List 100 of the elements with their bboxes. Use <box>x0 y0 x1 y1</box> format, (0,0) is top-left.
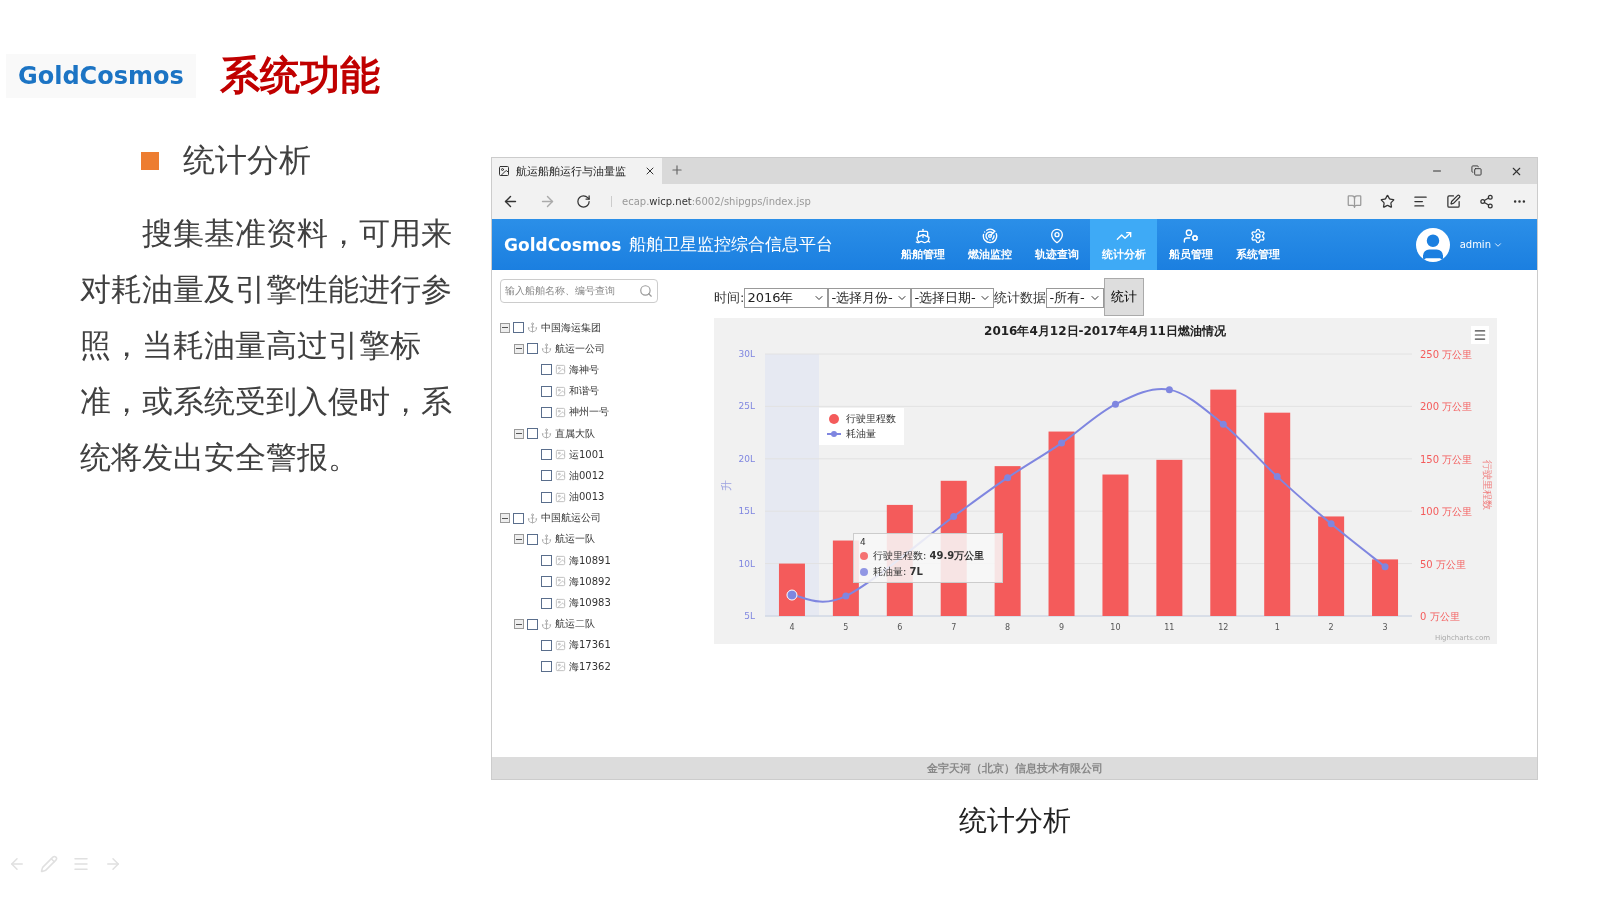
app-logo: GoldCosmos <box>504 234 622 255</box>
slide-title: 系统功能 <box>219 51 380 100</box>
data-point <box>1219 420 1227 428</box>
book-icon[interactable] <box>1347 194 1362 209</box>
filter-label: 统计数据 <box>994 289 1047 307</box>
tree-item[interactable]: 神州一号 <box>569 405 609 420</box>
dropdown[interactable]: -所有- <box>1046 288 1105 308</box>
collapse-toggle[interactable] <box>514 534 524 545</box>
nav-tab[interactable]: 燃油监控 <box>956 219 1024 270</box>
dropdown[interactable]: 2016年 <box>744 288 829 308</box>
dropdown[interactable]: -选择日期- <box>911 288 995 308</box>
axis-tick-label: 150 万公里 <box>1420 453 1473 465</box>
tree-checkbox[interactable] <box>541 491 552 503</box>
chart-bar <box>1372 559 1399 616</box>
axis-tick-label: 0 万公里 <box>1420 611 1460 622</box>
filter-label: 时间: <box>714 289 745 307</box>
nav-tab[interactable]: 系统管理 <box>1224 219 1292 270</box>
collapse-toggle[interactable] <box>500 322 510 333</box>
legend-label[interactable]: 行驶里程数 <box>846 412 896 426</box>
tree-checkbox[interactable] <box>541 364 552 376</box>
tree-checkbox[interactable] <box>527 343 538 355</box>
anchor-icon <box>541 533 552 545</box>
tree-checkbox[interactable] <box>527 428 538 440</box>
axis-tick-label: 7 <box>951 623 957 632</box>
axis-tick-label: 25L <box>738 401 755 412</box>
restore-icon[interactable] <box>1471 164 1482 178</box>
address-field[interactable]: ecap.wicp.net:6002/shipgps/index.jsp <box>611 196 811 207</box>
tree-checkbox[interactable] <box>541 470 552 482</box>
axis-tick-label: 15L <box>738 506 755 517</box>
axis-tick-label: 6 <box>897 623 903 632</box>
tree-item[interactable]: 航运一队 <box>555 532 595 547</box>
data-point <box>1004 474 1012 482</box>
axis-tick-label: 10 <box>1110 623 1121 632</box>
tree-checkbox[interactable] <box>541 385 552 397</box>
user-gear-icon <box>1182 227 1199 244</box>
tree-checkbox[interactable] <box>513 322 524 334</box>
data-point <box>842 592 850 600</box>
tree-checkbox[interactable] <box>541 639 552 651</box>
back-icon[interactable] <box>502 193 519 210</box>
collapse-toggle[interactable] <box>514 428 524 439</box>
search-field[interactable]: 输入船舶名称、编号查询 <box>500 279 658 303</box>
statistics-button[interactable]: 统计 <box>1104 278 1145 316</box>
avatar-icon[interactable] <box>1415 227 1450 262</box>
tree-checkbox[interactable] <box>541 449 552 461</box>
tree-checkbox[interactable] <box>541 555 552 567</box>
tree-item[interactable]: 油0013 <box>569 490 605 505</box>
nav-tab[interactable]: 轨迹查询 <box>1023 219 1091 270</box>
tree-item[interactable]: 中国航运公司 <box>541 511 601 526</box>
tab-title: 航运船舶运行与油量监 <box>516 163 627 179</box>
tree-item[interactable]: 海10891 <box>569 553 611 568</box>
anchor-icon <box>541 618 552 630</box>
tree-item[interactable]: 海神号 <box>569 362 599 377</box>
collapse-toggle[interactable] <box>514 343 524 354</box>
tree-item[interactable]: 油0012 <box>569 468 605 483</box>
lines-icon[interactable] <box>1413 194 1428 209</box>
tree-item[interactable]: 和谐号 <box>569 384 599 399</box>
dropdown[interactable]: -选择月份- <box>828 288 912 308</box>
anchor-icon <box>527 322 538 334</box>
axis-tick-label: 10L <box>738 558 755 569</box>
user-menu[interactable]: admin <box>1459 239 1503 250</box>
axis-tick-label: 1 <box>1274 623 1280 632</box>
tree-item[interactable]: 直属大队 <box>555 426 595 441</box>
tree-item[interactable]: 海17361 <box>569 638 611 653</box>
tree-checkbox[interactable] <box>513 512 524 524</box>
data-point <box>950 512 958 520</box>
tree-item[interactable]: 航运一公司 <box>555 341 605 356</box>
collapse-toggle[interactable] <box>500 513 510 524</box>
star-icon[interactable] <box>1380 194 1395 209</box>
axis-tick-label: 12 <box>1218 623 1229 632</box>
tree-checkbox[interactable] <box>541 406 552 418</box>
description-paragraph: 搜集基准资料，可用来对耗油量及引擎性能进行参照，当耗油量高过引擎标准，或系统受到入侵时，系统将发出安全警报。 <box>80 214 453 477</box>
axis-tick-label: 4 <box>789 623 795 632</box>
map-pin-icon <box>1048 227 1065 244</box>
tree-item[interactable]: 中国海运集团 <box>541 320 601 335</box>
data-point <box>1165 386 1173 394</box>
close-icon[interactable] <box>644 165 656 177</box>
axis-tick-label: 5 <box>843 623 849 632</box>
nav-tab[interactable]: 船员管理 <box>1157 219 1225 270</box>
tree-item[interactable]: 海10983 <box>569 596 611 611</box>
axis-title: 行驶里程数 <box>1482 460 1493 510</box>
tree-item[interactable]: 海17362 <box>569 659 611 674</box>
collapse-toggle[interactable] <box>514 619 524 630</box>
share-icon[interactable] <box>1479 194 1494 209</box>
tree-checkbox[interactable] <box>541 576 552 588</box>
tree-checkbox[interactable] <box>527 618 538 630</box>
tree-item[interactable]: 运1001 <box>569 447 605 462</box>
nav-tab[interactable]: 船舶管理 <box>889 219 957 270</box>
legend-label[interactable]: 耗油量 <box>846 427 876 441</box>
tree-checkbox[interactable] <box>541 661 552 673</box>
tree-checkbox[interactable] <box>541 597 552 609</box>
tree-item[interactable]: 海10892 <box>569 574 611 589</box>
bullet-heading: 统计分析 <box>183 140 311 181</box>
browser-tab[interactable]: 航运船舶运行与油量监 <box>492 158 662 184</box>
refresh-icon[interactable] <box>576 194 591 209</box>
menu-icon[interactable] <box>1471 326 1489 344</box>
anchor-icon <box>541 343 552 355</box>
tree-item[interactable]: 航运二队 <box>555 617 595 632</box>
tree-checkbox[interactable] <box>527 533 538 545</box>
axis-title: 升 <box>720 479 733 491</box>
pen-square-icon[interactable] <box>1446 194 1461 209</box>
